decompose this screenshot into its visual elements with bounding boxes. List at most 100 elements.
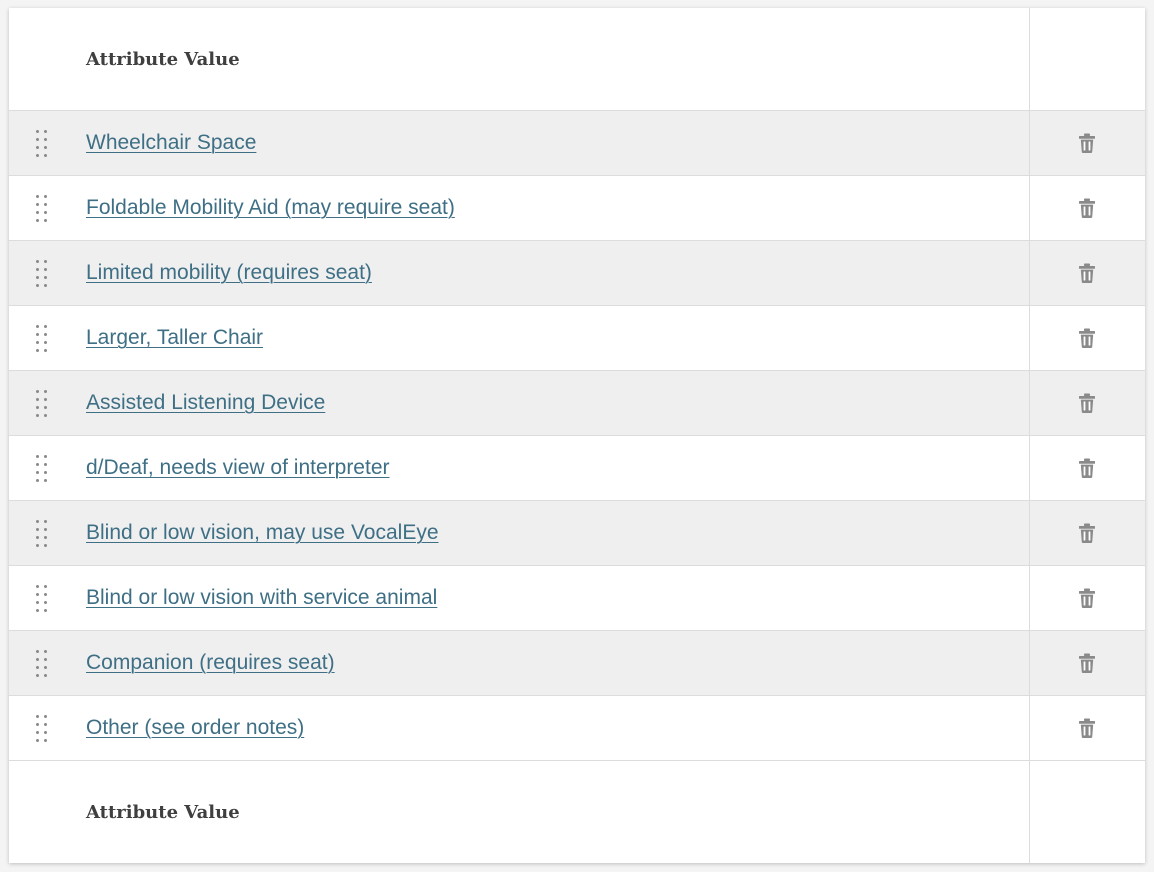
drag-handle-dot	[36, 665, 39, 669]
row-value-cell: Foldable Mobility Aid (may require seat)	[75, 175, 1030, 241]
trash-icon[interactable]	[1076, 717, 1098, 739]
attribute-value-link[interactable]: Other (see order notes)	[86, 716, 304, 739]
table-row: Blind or low vision with service animal	[9, 565, 1145, 631]
table-footer-row: Attribute Value	[9, 760, 1145, 863]
row-action-cell	[1029, 175, 1145, 241]
drag-handle-dot	[44, 738, 47, 742]
drag-handle-icon[interactable]	[36, 584, 47, 612]
drag-handle-icon[interactable]	[36, 454, 47, 482]
trash-icon[interactable]	[1076, 327, 1098, 349]
drag-handle-dot	[44, 592, 47, 596]
drag-handle-dot	[44, 543, 47, 547]
table-row: Companion (requires seat)	[9, 630, 1145, 696]
drag-handle-dot	[36, 535, 39, 539]
drag-handle-icon[interactable]	[36, 519, 47, 547]
drag-handle-dot	[36, 137, 39, 141]
trash-icon[interactable]	[1076, 652, 1098, 674]
drag-handle-icon[interactable]	[36, 194, 47, 222]
trash-icon[interactable]	[1076, 132, 1098, 154]
drag-handle-dot	[44, 454, 47, 458]
drag-handle-dot	[44, 259, 47, 263]
table-row: Foldable Mobility Aid (may require seat)	[9, 175, 1145, 241]
attribute-value-link[interactable]: Foldable Mobility Aid (may require seat)	[86, 196, 455, 219]
drag-handle-dot	[44, 194, 47, 198]
attribute-value-link[interactable]: d/Deaf, needs view of interpreter	[86, 456, 390, 479]
attribute-value-link[interactable]: Blind or low vision with service animal	[86, 586, 437, 609]
attribute-value-link[interactable]: Blind or low vision, may use VocalEye	[86, 521, 439, 544]
drag-handle-dot	[44, 478, 47, 482]
header-value-cell: Attribute Value	[75, 8, 1030, 111]
drag-handle-dot	[36, 584, 39, 588]
drag-handle-icon[interactable]	[36, 649, 47, 677]
trash-icon[interactable]	[1076, 522, 1098, 544]
drag-handle-dot	[36, 714, 39, 718]
table-row: Blind or low vision, may use VocalEye	[9, 500, 1145, 566]
row-handle-cell	[9, 435, 75, 501]
drag-handle-dot	[44, 340, 47, 344]
drag-handle-dot	[44, 535, 47, 539]
trash-icon[interactable]	[1076, 587, 1098, 609]
drag-handle-icon[interactable]	[36, 714, 47, 742]
drag-handle-dot	[44, 470, 47, 474]
row-value-cell: Limited mobility (requires seat)	[75, 240, 1030, 306]
drag-handle-dot	[36, 324, 39, 328]
table-header-row: Attribute Value	[9, 8, 1145, 111]
row-handle-cell	[9, 565, 75, 631]
attribute-values-table-card: Attribute Value Wheelchair Space Foldable…	[9, 8, 1145, 863]
column-header-attribute-value: Attribute Value	[86, 48, 240, 70]
attribute-value-link[interactable]: Wheelchair Space	[86, 131, 256, 154]
drag-handle-dot	[36, 413, 39, 417]
row-handle-cell	[9, 500, 75, 566]
attribute-values-table: Attribute Value Wheelchair Space Foldable…	[9, 8, 1145, 863]
table-row: Other (see order notes)	[9, 695, 1145, 761]
attribute-value-link[interactable]: Assisted Listening Device	[86, 391, 325, 414]
trash-icon[interactable]	[1076, 262, 1098, 284]
row-handle-cell	[9, 630, 75, 696]
table-row: Assisted Listening Device	[9, 370, 1145, 436]
drag-handle-dot	[44, 129, 47, 133]
drag-handle-dot	[44, 137, 47, 141]
row-handle-cell	[9, 175, 75, 241]
drag-handle-dot	[36, 332, 39, 336]
drag-handle-icon[interactable]	[36, 389, 47, 417]
attribute-value-link[interactable]: Larger, Taller Chair	[86, 326, 263, 349]
row-value-cell: Assisted Listening Device	[75, 370, 1030, 436]
drag-handle-dot	[36, 608, 39, 612]
drag-handle-dot	[36, 462, 39, 466]
trash-icon[interactable]	[1076, 197, 1098, 219]
drag-handle-icon[interactable]	[36, 259, 47, 287]
footer-handle-cell	[9, 760, 75, 863]
drag-handle-dot	[44, 324, 47, 328]
drag-handle-dot	[44, 267, 47, 271]
drag-handle-dot	[44, 413, 47, 417]
drag-handle-dot	[44, 389, 47, 393]
drag-handle-dot	[36, 275, 39, 279]
drag-handle-dot	[36, 259, 39, 263]
drag-handle-dot	[36, 340, 39, 344]
row-action-cell	[1029, 630, 1145, 696]
drag-handle-dot	[44, 275, 47, 279]
attribute-value-link[interactable]: Limited mobility (requires seat)	[86, 261, 372, 284]
drag-handle-icon[interactable]	[36, 129, 47, 157]
drag-handle-dot	[44, 202, 47, 206]
drag-handle-dot	[44, 153, 47, 157]
drag-handle-dot	[36, 283, 39, 287]
drag-handle-icon[interactable]	[36, 324, 47, 352]
drag-handle-dot	[36, 454, 39, 458]
drag-handle-dot	[44, 218, 47, 222]
trash-icon[interactable]	[1076, 392, 1098, 414]
trash-icon[interactable]	[1076, 457, 1098, 479]
drag-handle-dot	[44, 600, 47, 604]
drag-handle-dot	[44, 730, 47, 734]
attribute-value-link[interactable]: Companion (requires seat)	[86, 651, 335, 674]
drag-handle-dot	[36, 153, 39, 157]
drag-handle-dot	[44, 584, 47, 588]
footer-value-cell: Attribute Value	[75, 760, 1030, 863]
drag-handle-dot	[44, 519, 47, 523]
row-value-cell: Blind or low vision with service animal	[75, 565, 1030, 631]
drag-handle-dot	[44, 348, 47, 352]
drag-handle-dot	[44, 649, 47, 653]
drag-handle-dot	[36, 527, 39, 531]
row-handle-cell	[9, 305, 75, 371]
drag-handle-dot	[44, 608, 47, 612]
